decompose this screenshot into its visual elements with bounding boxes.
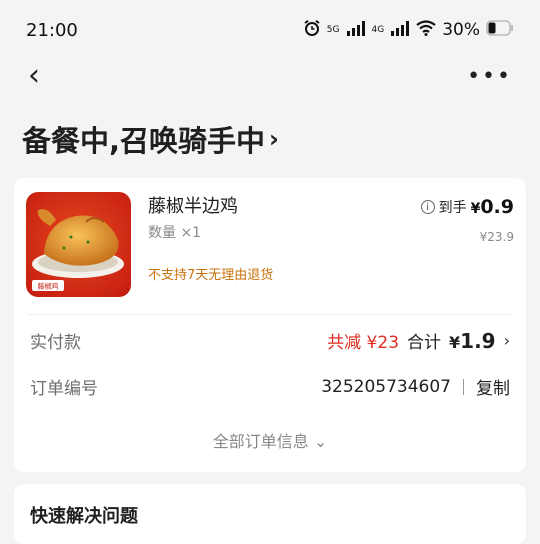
- wifi-icon: [416, 20, 436, 40]
- order-number-label: 订单编号: [30, 379, 98, 399]
- total-price: ¥1.9: [449, 329, 496, 353]
- separator: [463, 378, 464, 395]
- order-number-value: 325205734607: [321, 376, 451, 397]
- status-icons: 5G 4G 30%: [303, 19, 514, 41]
- status-time: 21:00: [26, 19, 78, 41]
- final-price-value: 0.9: [480, 196, 514, 218]
- quick-help-title: 快速解决问题: [30, 506, 138, 527]
- network-5g-label: 5G: [326, 25, 340, 35]
- product-name[interactable]: 藤椒半边鸡: [148, 192, 238, 218]
- battery-icon: [486, 20, 514, 40]
- payment-summary[interactable]: 共减 ¥23 合计 ¥1.9 ›: [327, 328, 510, 354]
- info-icon[interactable]: i: [420, 200, 435, 214]
- payment-label: 实付款: [30, 333, 81, 353]
- product-image-label: 藤椒鸡: [38, 282, 59, 291]
- order-number-row: 325205734607 复制: [321, 374, 510, 400]
- product-quantity: 数量 ×1: [148, 225, 202, 241]
- all-order-info-button[interactable]: 全部订单信息 ⌄: [14, 428, 526, 452]
- original-price: ¥23.9: [479, 230, 514, 244]
- signal-icon-2: [390, 20, 410, 40]
- return-policy-note: 不支持7天无理由退货: [148, 268, 274, 283]
- network-4g-label: 4G: [371, 25, 385, 35]
- chevron-right-icon: ›: [503, 331, 510, 350]
- status-bar: 21:00 5G 4G 30%: [0, 0, 540, 60]
- chevron-right-icon: ›: [269, 125, 279, 153]
- order-card: 藤椒鸡 藤椒半边鸡 数量 ×1 不支持7天无理由退货 i 到手 ¥0.9 ¥23…: [14, 178, 526, 472]
- back-icon[interactable]: ‹: [28, 61, 40, 91]
- alarm-icon: [303, 19, 321, 41]
- discount-amount: 共减 ¥23: [327, 333, 400, 353]
- final-price: ¥0.9: [471, 196, 514, 218]
- total-price-value: 1.9: [460, 328, 496, 353]
- total-currency: ¥: [449, 332, 461, 352]
- more-options-icon[interactable]: •••: [467, 64, 512, 89]
- order-status-header[interactable]: 备餐中,召唤骑手中 ›: [22, 118, 279, 160]
- product-image[interactable]: 藤椒鸡: [26, 192, 131, 297]
- divider: [28, 314, 512, 315]
- copy-button[interactable]: 复制: [476, 374, 510, 399]
- battery-percent: 30%: [442, 20, 480, 40]
- top-nav: ‹ •••: [0, 58, 540, 94]
- final-price-label: 到手: [438, 200, 467, 216]
- quick-help-card: 快速解决问题: [14, 484, 526, 544]
- order-status-text: 备餐中,召唤骑手中: [22, 124, 266, 158]
- signal-icon: [346, 20, 366, 40]
- final-price-currency: ¥: [470, 201, 481, 217]
- total-label: 合计: [407, 333, 442, 353]
- final-price-block[interactable]: i 到手 ¥0.9: [420, 196, 514, 218]
